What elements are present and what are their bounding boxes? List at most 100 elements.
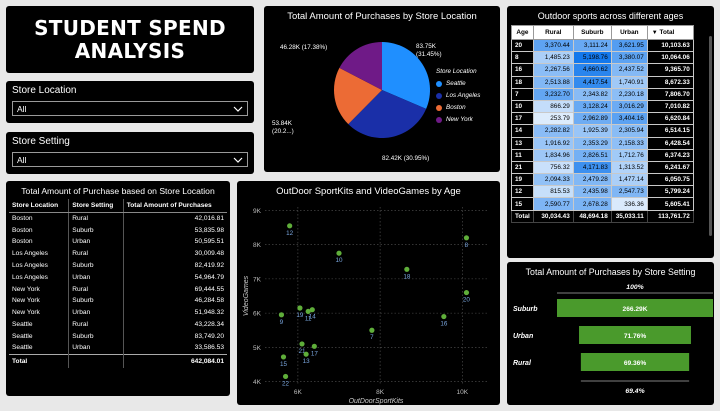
table-row[interactable]: 10 866.29 3,128.24 3,016.29 7,010.82 <box>511 99 694 114</box>
table-row[interactable]: Los Angeles Suburb 82,419.92 <box>9 259 227 272</box>
scatter-point[interactable] <box>278 312 285 318</box>
cell-total: 7,806.70 <box>646 87 694 101</box>
cell-suburb: 2,353.29 <box>572 136 612 150</box>
table-row[interactable]: Seattle Urban 33,586.53 <box>9 342 227 355</box>
scatter-point-label: 22 <box>282 380 290 387</box>
scatter-point-label: 15 <box>280 361 288 368</box>
table-row[interactable]: 16 2,267.56 4,660.62 2,437.52 9,365.70 <box>511 63 694 77</box>
store-location-slicer: Store Location All <box>6 81 254 123</box>
scatter-point[interactable] <box>404 266 410 272</box>
scatter-point[interactable] <box>297 305 303 311</box>
scatter-point[interactable] <box>305 308 311 315</box>
scatter-point-label: 10 <box>335 257 343 264</box>
scatter-point-label: 7 <box>370 334 374 341</box>
table-row[interactable]: 17 253.79 2,962.89 3,404.16 6,620.84 <box>511 112 694 126</box>
table-row[interactable]: New York Suburb 46,284.58 <box>9 295 227 307</box>
store-table: Store Location Store Setting Total Amoun… <box>9 199 227 369</box>
chevron-down-icon <box>233 157 243 163</box>
col-header-age[interactable]: Age <box>511 25 534 40</box>
col-header-location[interactable]: Store Location <box>9 199 69 213</box>
col-header-rural[interactable]: Rural <box>532 25 574 40</box>
table-row[interactable]: Seattle Suburb 83,749.20 <box>9 330 227 343</box>
scatter-point[interactable] <box>303 351 309 357</box>
scatter-point[interactable] <box>463 235 470 241</box>
scatter-point[interactable] <box>299 341 305 347</box>
cell-location: New York <box>12 285 40 293</box>
table-row[interactable]: 8 1,485.23 5,198.76 3,380.07 10,064.06 <box>511 51 694 65</box>
legend-item[interactable]: New York <box>436 116 480 123</box>
scatter-chart-panel: OutDoor SportKits and VideoGames by Age … <box>237 181 500 405</box>
table-row[interactable]: Seattle Rural 43,228.34 <box>9 318 227 331</box>
col-header-total[interactable]: ▼ Total <box>646 25 694 40</box>
table-row[interactable]: 15 2,590.77 2,678.28 336.36 5,605.41 <box>511 197 694 211</box>
cell-total: 51,948.32 <box>122 306 227 319</box>
cell-total: 30,009.48 <box>122 247 227 260</box>
funnel-title: Total Amount of Purchases by Store Setti… <box>525 267 696 277</box>
sort-desc-icon: ▼ <box>651 30 658 36</box>
table-row[interactable]: Los Angeles Urban 54,964.79 <box>9 271 227 284</box>
cell-age: 14 <box>511 124 534 138</box>
x-axis-label: OutDoorSportKits <box>349 398 404 405</box>
cell-total: 6,050.75 <box>646 173 694 187</box>
legend-label: Los Angeles <box>446 92 481 99</box>
cell-total: 33,586.53 <box>122 342 227 355</box>
store-table-title: Total Amount of Purchase based on Store … <box>21 186 215 196</box>
table-row[interactable]: 21 756.32 4,171.83 1,313.52 6,241.67 <box>511 160 694 175</box>
scatter-point[interactable] <box>369 327 375 333</box>
age-table-panel: Outdoor sports across different ages Age… <box>507 6 714 258</box>
scatter-point[interactable] <box>287 223 293 229</box>
legend-item[interactable]: Seattle <box>436 80 480 87</box>
col-header-total[interactable]: Total Amount of Purchases <box>122 199 227 213</box>
cell-suburb: 3,111.24 <box>572 38 612 53</box>
store-setting-dropdown[interactable]: All <box>12 152 248 167</box>
table-row[interactable]: 19 2,094.33 2,479.28 1,477.14 6,050.75 <box>511 173 694 187</box>
cell-rural: 1,485.23 <box>532 51 574 65</box>
cell-total: 43,228.34 <box>122 318 227 331</box>
table-row[interactable]: Los Angeles Rural 30,009.48 <box>9 247 227 260</box>
table-row[interactable]: 13 1,916.92 2,353.29 2,158.33 6,428.54 <box>511 136 694 150</box>
y-tick-label: 8K <box>253 242 262 249</box>
x-tick-label: 6K <box>294 389 303 396</box>
total-value: 642,084.01 <box>122 353 227 369</box>
scatter-point-label: 12 <box>286 230 294 237</box>
cell-total: 6,514.15 <box>646 124 694 138</box>
scatter-point[interactable] <box>463 289 470 296</box>
cell-age: 19 <box>511 173 534 187</box>
table-row[interactable]: Boston Urban 50,595.51 <box>9 236 227 248</box>
pie-data-label: 53.84K <box>272 120 293 127</box>
scatter-point[interactable] <box>311 343 317 349</box>
table-row[interactable]: 12 815.53 2,435.98 2,547.73 5,799.24 <box>511 185 694 199</box>
cell-total: 53,835.98 <box>122 224 227 237</box>
pie-data-label-sub: (31.45%) <box>416 51 442 58</box>
col-header-setting[interactable]: Store Setting <box>68 199 124 213</box>
cell-rural: 3,370.44 <box>532 38 574 53</box>
scrollbar[interactable] <box>709 36 712 236</box>
table-row[interactable]: New York Rural 69,444.55 <box>9 283 227 296</box>
cell-total: 54,964.79 <box>122 271 227 284</box>
legend-item[interactable]: Los Angeles <box>436 92 480 99</box>
scatter-point[interactable] <box>280 354 287 360</box>
store-setting-slicer: Store Setting All <box>6 132 254 174</box>
cell-age: 15 <box>511 197 534 211</box>
table-row[interactable]: 7 3,232.70 2,343.82 2,230.18 7,806.70 <box>511 87 694 101</box>
scatter-point[interactable] <box>282 373 289 380</box>
scatter-point[interactable] <box>441 313 447 320</box>
cell-total: 6,374.23 <box>646 148 694 162</box>
col-header-suburb[interactable]: Suburb <box>572 25 612 40</box>
table-row[interactable]: New York Urban 51,948.32 <box>9 306 227 319</box>
cell-total: 7,010.82 <box>646 99 694 114</box>
cell-rural: 815.53 <box>532 185 574 199</box>
table-row[interactable]: Boston Rural 42,016.81 <box>9 212 227 225</box>
table-row[interactable]: Boston Suburb 53,835.98 <box>9 224 227 237</box>
cell-suburb: 4,660.62 <box>572 63 612 77</box>
scatter-point-label: 11 <box>305 315 312 322</box>
store-location-dropdown[interactable]: All <box>12 101 248 116</box>
table-row[interactable]: 14 2,282.82 1,925.39 2,305.94 6,514.15 <box>511 124 694 138</box>
y-tick-label: 6K <box>253 311 262 318</box>
table-row[interactable]: 11 1,834.96 2,826.51 1,712.76 6,374.23 <box>511 148 694 162</box>
col-header-urban[interactable]: Urban <box>610 25 648 40</box>
table-row[interactable]: 20 3,370.44 3,111.24 3,621.95 10,103.63 <box>511 38 694 53</box>
scatter-point[interactable] <box>336 250 342 256</box>
table-row[interactable]: 18 2,513.88 4,417.54 1,740.91 8,672.33 <box>511 75 694 89</box>
legend-item[interactable]: Boston <box>436 104 480 111</box>
